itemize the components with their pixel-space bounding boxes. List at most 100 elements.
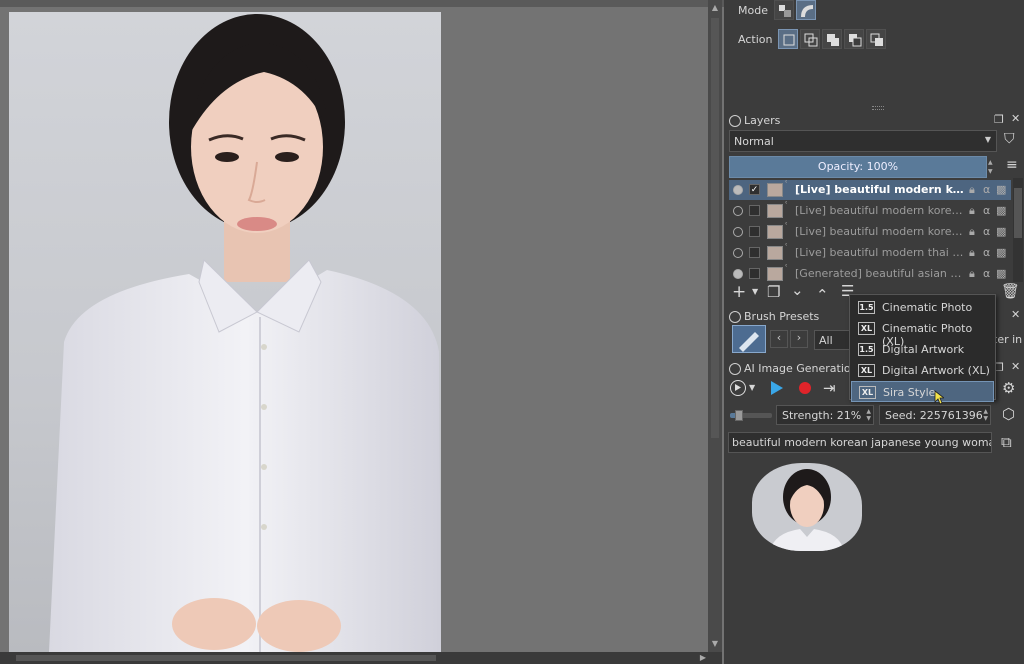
seed-field[interactable]: Seed: 225761396 ▲ ▼	[879, 405, 991, 425]
layer-row[interactable]: ʿ [Live] beautiful modern korean ja... 🔒︎ α…	[729, 222, 1011, 242]
layer-name: [Live] beautiful modern korea...	[795, 183, 965, 196]
visibility-eye-icon[interactable]	[733, 185, 743, 195]
play-circle-icon	[735, 384, 741, 391]
strength-slider-handle[interactable]	[734, 410, 743, 421]
inherit-alpha-icon[interactable]: ▩	[996, 267, 1006, 280]
record-icon[interactable]	[798, 381, 812, 395]
brush-presets-title: Brush Presets	[744, 310, 820, 323]
brush-next-icon[interactable]: ›	[790, 330, 808, 348]
layer-checkbox[interactable]	[749, 247, 760, 258]
workspace-mode-icon[interactable]	[730, 380, 746, 396]
canvas-vertical-scrollbar[interactable]: ▲ ▼	[708, 0, 722, 652]
preview-portrait-illustration	[770, 469, 844, 551]
canvas-image[interactable]	[9, 12, 441, 652]
layer-checkbox[interactable]	[749, 205, 760, 216]
layer-row[interactable]: ✓ ʿ [Live] beautiful modern korea... 🔒︎ α ▩	[729, 180, 1011, 200]
mode-shape-button[interactable]	[796, 0, 816, 20]
alpha-lock-icon[interactable]: α	[983, 267, 990, 280]
brush-close-icon[interactable]: ✕	[1011, 308, 1020, 321]
scroll-right-icon[interactable]: ▶	[696, 652, 710, 664]
layers-scroll-thumb[interactable]	[1014, 188, 1022, 238]
move-layer-up-icon[interactable]: ⌃	[816, 286, 829, 304]
action-symmetric-button[interactable]	[866, 29, 886, 49]
move-layer-down-icon[interactable]: ⌄	[791, 281, 804, 299]
layer-row[interactable]: ʿ [Live] beautiful modern korean ja... 🔒︎ α…	[729, 201, 1011, 221]
ai-close-icon[interactable]: ✕	[1011, 360, 1020, 373]
scroll-up-icon[interactable]: ▲	[708, 2, 722, 14]
blend-mode-value: Normal	[734, 135, 774, 148]
style-menu-item[interactable]: 1.5 Digital Artwork	[851, 339, 994, 360]
inherit-alpha-icon[interactable]: ▩	[996, 225, 1006, 238]
float-icon[interactable]: ❐	[994, 113, 1004, 126]
inherit-alpha-icon[interactable]: ▩	[996, 183, 1006, 196]
inherit-alpha-icon[interactable]: ▩	[996, 246, 1006, 259]
opacity-slider[interactable]: Opacity: 100%	[729, 156, 987, 178]
generate-play-icon[interactable]	[769, 380, 785, 396]
blend-mode-select[interactable]: Normal ▼	[729, 130, 997, 152]
action-intersect-button[interactable]	[800, 29, 820, 49]
add-region-icon[interactable]: ⧉	[1001, 433, 1012, 451]
settings-gear-icon[interactable]: ⚙	[1002, 379, 1015, 397]
workspace-dropdown-icon[interactable]: ▼	[749, 383, 755, 392]
mode-selection-button[interactable]	[774, 0, 794, 20]
close-icon[interactable]: ✕	[1011, 112, 1020, 125]
layers-scrollbar[interactable]	[1013, 178, 1023, 282]
alpha-lock-icon[interactable]: α	[983, 204, 990, 217]
style-menu-item[interactable]: XL Cinematic Photo (XL)	[851, 318, 994, 348]
style-preset-menu[interactable]: 1.5 Cinematic Photo XL Cinematic Photo (XL)…	[849, 294, 996, 402]
visibility-eye-icon[interactable]	[733, 227, 743, 237]
style-menu-item[interactable]: XL Digital Artwork (XL)	[851, 360, 994, 381]
lock-icon[interactable]: 🔒︎	[969, 246, 975, 260]
alpha-lock-icon[interactable]: α	[983, 246, 990, 259]
horizontal-scroll-thumb[interactable]	[16, 655, 436, 661]
canvas-area[interactable]: ▲ ▼ ▶	[0, 0, 724, 664]
action-subtract-button[interactable]	[844, 29, 864, 49]
brush-tag-select[interactable]: All	[814, 330, 850, 350]
add-layer-icon[interactable]: +	[732, 282, 746, 302]
strength-field[interactable]: Strength: 21% ▲ ▼	[776, 405, 874, 425]
delete-layer-icon[interactable]: 🗑	[1001, 282, 1020, 300]
strength-spinner-icon[interactable]: ▲ ▼	[866, 408, 871, 422]
alpha-lock-icon[interactable]: α	[983, 225, 990, 238]
strength-slider[interactable]	[730, 410, 772, 421]
layer-row[interactable]: ʿ [Generated] beautiful asian woma... 🔒︎ α ▩	[729, 264, 1011, 284]
inherit-alpha-icon[interactable]: ▩	[996, 204, 1006, 217]
prompt-input[interactable]: beautiful modern korean japanese young w…	[728, 432, 992, 453]
lock-icon[interactable]: 🔒︎	[969, 204, 975, 218]
filter-icon[interactable]: ⛉	[1004, 131, 1015, 147]
menu-icon[interactable]: ≡	[1006, 157, 1018, 173]
splitter-handle[interactable]	[872, 106, 884, 110]
alpha-lock-icon[interactable]: α	[983, 183, 990, 196]
generation-preview-thumbnail[interactable]	[752, 463, 862, 551]
opacity-spinner-icon[interactable]: ▲ ▼	[988, 158, 993, 176]
layer-thumbnail	[767, 267, 783, 281]
canvas-top-border	[0, 0, 724, 7]
random-seed-icon[interactable]: ⬡	[1002, 405, 1015, 423]
canvas-horizontal-scrollbar[interactable]: ▶	[0, 652, 722, 664]
add-layer-dropdown-icon[interactable]: ▼	[752, 287, 758, 296]
seed-spinner-icon[interactable]: ▲ ▼	[983, 408, 988, 422]
layer-checkbox[interactable]	[749, 226, 760, 237]
visibility-eye-icon[interactable]	[733, 248, 743, 258]
visibility-eye-icon[interactable]	[733, 206, 743, 216]
vertical-scroll-thumb[interactable]	[711, 18, 719, 438]
style-menu-item[interactable]: 1.5 Cinematic Photo	[851, 297, 994, 318]
add-shape-icon	[827, 34, 839, 46]
lock-icon[interactable]: 🔒︎	[969, 183, 975, 197]
layer-row[interactable]: ʿ [Live] beautiful modern thai youn... 🔒︎ α…	[729, 243, 1011, 263]
selected-brush-preset[interactable]	[732, 325, 766, 353]
style-menu-item[interactable]: XL Sira Style	[851, 381, 994, 402]
action-replace-button[interactable]	[778, 29, 798, 49]
apply-result-icon[interactable]: ⇥	[823, 379, 836, 397]
duplicate-layer-icon[interactable]: ❐	[767, 283, 780, 301]
action-add-button[interactable]	[822, 29, 842, 49]
symmetric-difference-icon	[870, 33, 883, 46]
scroll-down-icon[interactable]: ▼	[708, 638, 722, 650]
selection-mode-icon	[779, 5, 791, 17]
lock-icon[interactable]: 🔒︎	[969, 225, 975, 239]
layer-checkbox[interactable]	[749, 268, 760, 279]
layer-checkbox[interactable]: ✓	[749, 184, 760, 195]
visibility-eye-icon[interactable]	[733, 269, 743, 279]
lock-icon[interactable]: 🔒︎	[969, 267, 975, 281]
brush-prev-icon[interactable]: ‹	[770, 330, 788, 348]
